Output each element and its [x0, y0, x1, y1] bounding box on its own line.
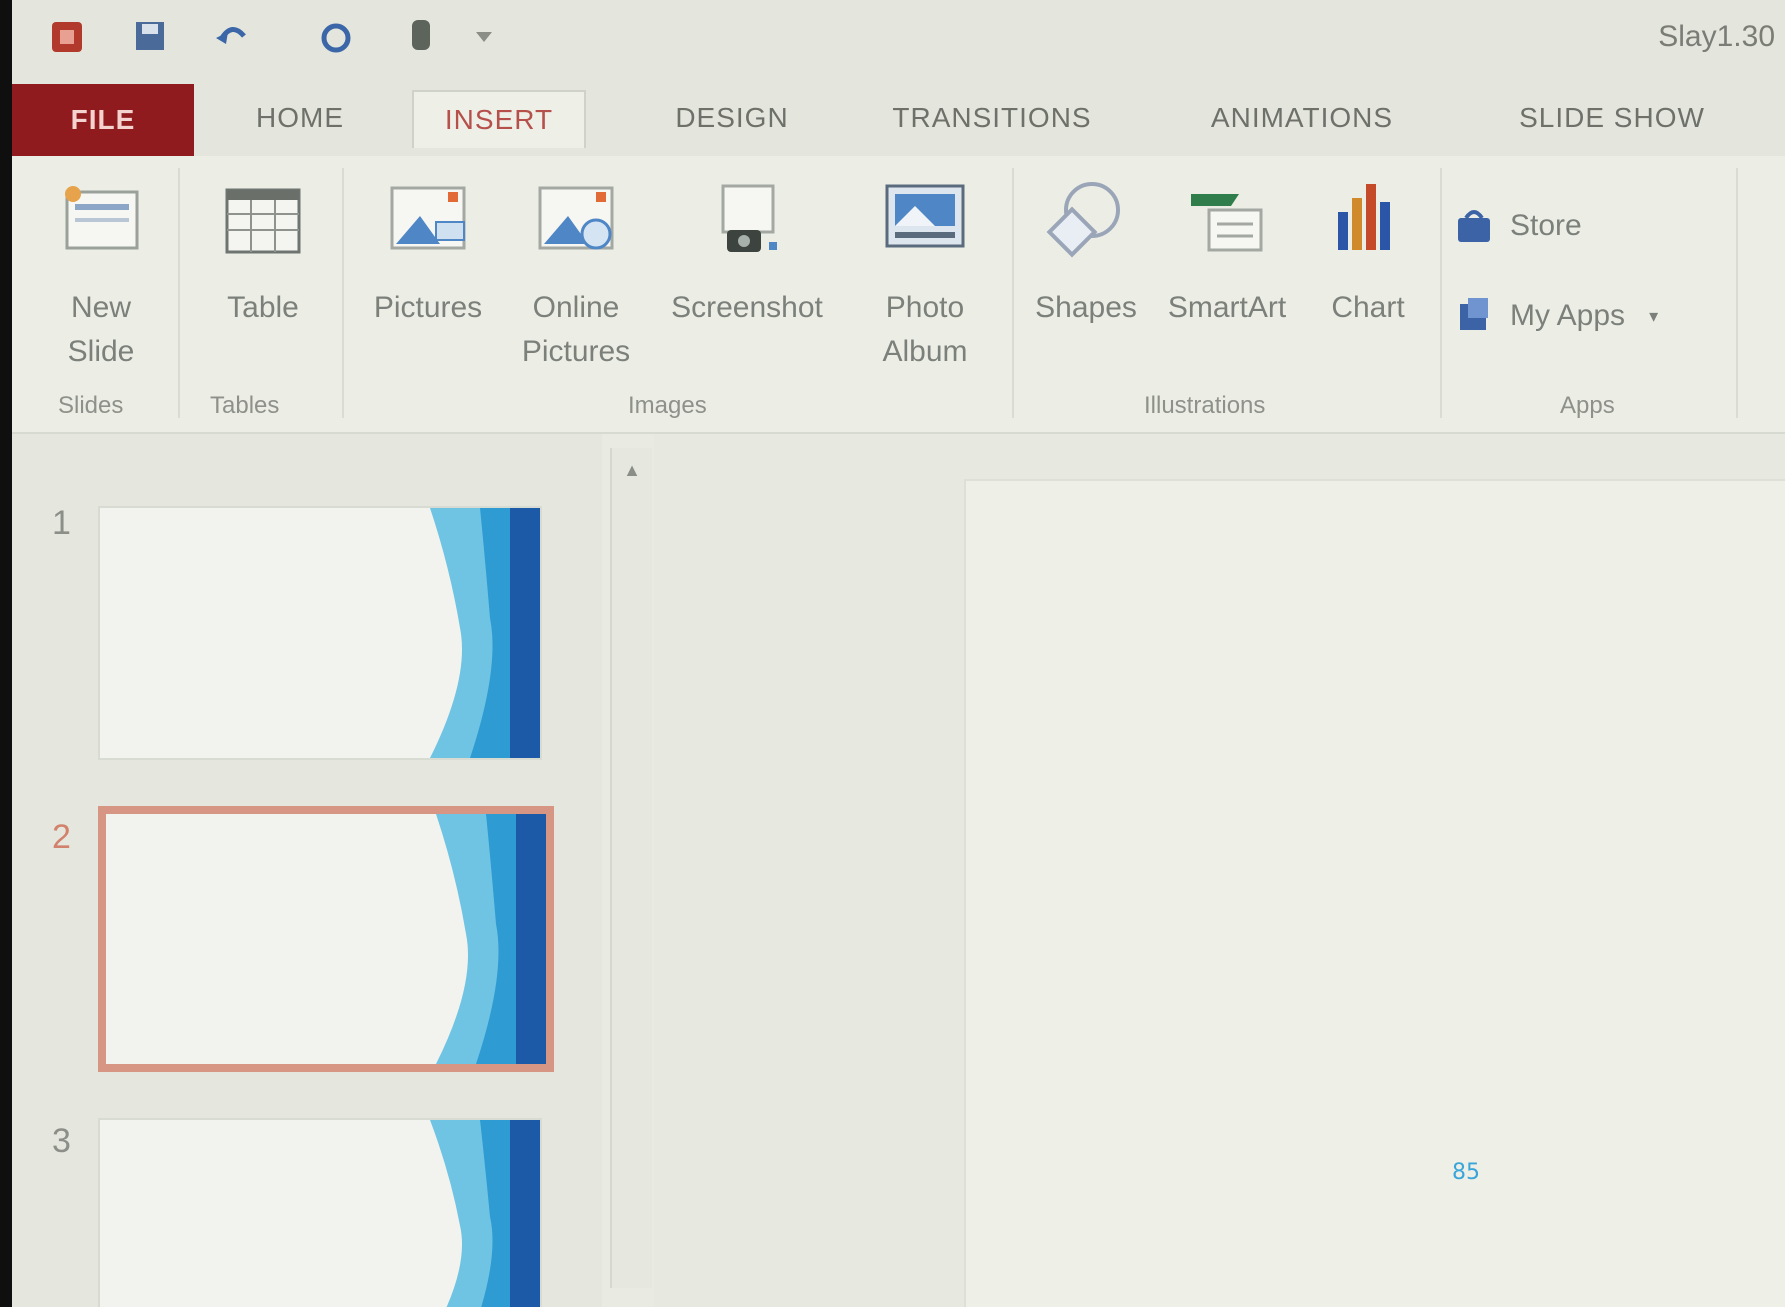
group-label-tables: Tables [210, 392, 280, 419]
page-number: 85 [1452, 1160, 1480, 1185]
new-slide-button[interactable]: New Slide [36, 172, 166, 374]
slide-thumbnail-1[interactable] [98, 506, 542, 760]
new-slide-label: New Slide [67, 291, 135, 368]
smartart-button[interactable]: SmartArt [1152, 172, 1302, 330]
scroll-up-icon[interactable]: ▲ [612, 448, 652, 492]
touch-mode-icon[interactable] [396, 14, 448, 58]
shapes-button[interactable]: Shapes [1026, 172, 1146, 330]
new-slide-icon [65, 186, 139, 250]
app-icon[interactable] [42, 14, 94, 58]
chart-button[interactable]: Chart [1308, 172, 1428, 330]
screenshot-icon [721, 184, 777, 252]
theme-wave-graphic [430, 508, 540, 758]
tab-file[interactable]: FILE [12, 84, 194, 156]
table-button[interactable]: Table [198, 172, 328, 330]
photo-album-icon [885, 184, 965, 248]
ribbon-tabs: FILE HOME INSERT DESIGN TRANSITIONS ANIM… [12, 80, 1785, 156]
screenshot-label: Screenshot [671, 291, 823, 324]
pictures-icon [390, 186, 466, 250]
group-label-illustrations: Illustrations [1144, 392, 1266, 419]
group-divider [1736, 168, 1738, 418]
table-icon [225, 188, 301, 254]
quick-access-toolbar: Slay1.30 [12, 0, 1785, 80]
shapes-label: Shapes [1035, 291, 1137, 324]
theme-wave-graphic [436, 814, 546, 1064]
pictures-label: Pictures [373, 291, 483, 324]
save-icon[interactable] [124, 14, 176, 58]
slides-pane: 1 2 3 [12, 434, 602, 1307]
online-pictures-icon [538, 186, 614, 250]
undo-icon[interactable] [206, 14, 258, 58]
group-divider [1440, 168, 1442, 418]
group-label-images: Images [628, 392, 707, 419]
tab-home[interactable]: HOME [220, 90, 380, 146]
powerpoint-window: Slay1.30 FILE HOME INSERT DESIGN TRANSIT… [12, 0, 1785, 1307]
group-divider [178, 168, 180, 418]
slides-pane-scrollbar[interactable]: ▲ [610, 448, 652, 1288]
chart-icon [1338, 184, 1390, 250]
customize-icon[interactable] [458, 14, 510, 58]
group-label-apps: Apps [1560, 392, 1615, 419]
tab-design[interactable]: DESIGN [652, 90, 812, 146]
tab-transitions[interactable]: TRANSITIONS [872, 90, 1112, 146]
slide-number: 3 [52, 1122, 71, 1160]
tab-insert[interactable]: INSERT [412, 90, 586, 148]
pictures-button[interactable]: Pictures [358, 172, 498, 330]
smartart-icon [1191, 194, 1263, 252]
group-divider [342, 168, 344, 418]
tab-slide-show[interactable]: SLIDE SHOW [1492, 90, 1732, 146]
chart-label: Chart [1331, 291, 1405, 324]
ribbon: New Slide Table Pictures Online Pictures… [12, 156, 1785, 434]
store-icon [1458, 210, 1490, 242]
my-apps-dropdown-icon[interactable]: ▾ [1649, 306, 1658, 327]
redo-icon[interactable] [310, 14, 362, 58]
slide-editing-area [654, 434, 1785, 1307]
online-pictures-button[interactable]: Online Pictures [506, 172, 646, 374]
online-pictures-label: Online Pictures [521, 291, 631, 368]
group-divider [1012, 168, 1014, 418]
slide-number: 2 [52, 818, 71, 856]
my-apps-button[interactable]: My Apps ▾ [1452, 294, 1658, 338]
screenshot-button[interactable]: Screenshot [652, 172, 842, 330]
slide-thumbnail-3[interactable] [98, 1118, 542, 1307]
my-apps-icon [1460, 298, 1488, 330]
store-label: Store [1510, 209, 1582, 242]
my-apps-label: My Apps [1510, 299, 1626, 332]
slide-number: 1 [52, 504, 71, 542]
shapes-icon [1046, 182, 1120, 258]
group-label-slides: Slides [58, 392, 124, 419]
tab-animations[interactable]: ANIMATIONS [1182, 90, 1422, 146]
slide-thumbnail-2[interactable] [98, 806, 554, 1072]
table-label: Table [227, 291, 299, 324]
document-title: Slay1.30 [1658, 20, 1775, 53]
store-button[interactable]: Store [1452, 204, 1582, 248]
theme-wave-graphic [430, 1120, 540, 1307]
photo-album-button[interactable]: Photo Album [850, 172, 1000, 374]
smartart-label: SmartArt [1167, 291, 1287, 324]
photo-album-label: Photo Album [882, 291, 968, 368]
slide-canvas[interactable] [964, 479, 1785, 1307]
